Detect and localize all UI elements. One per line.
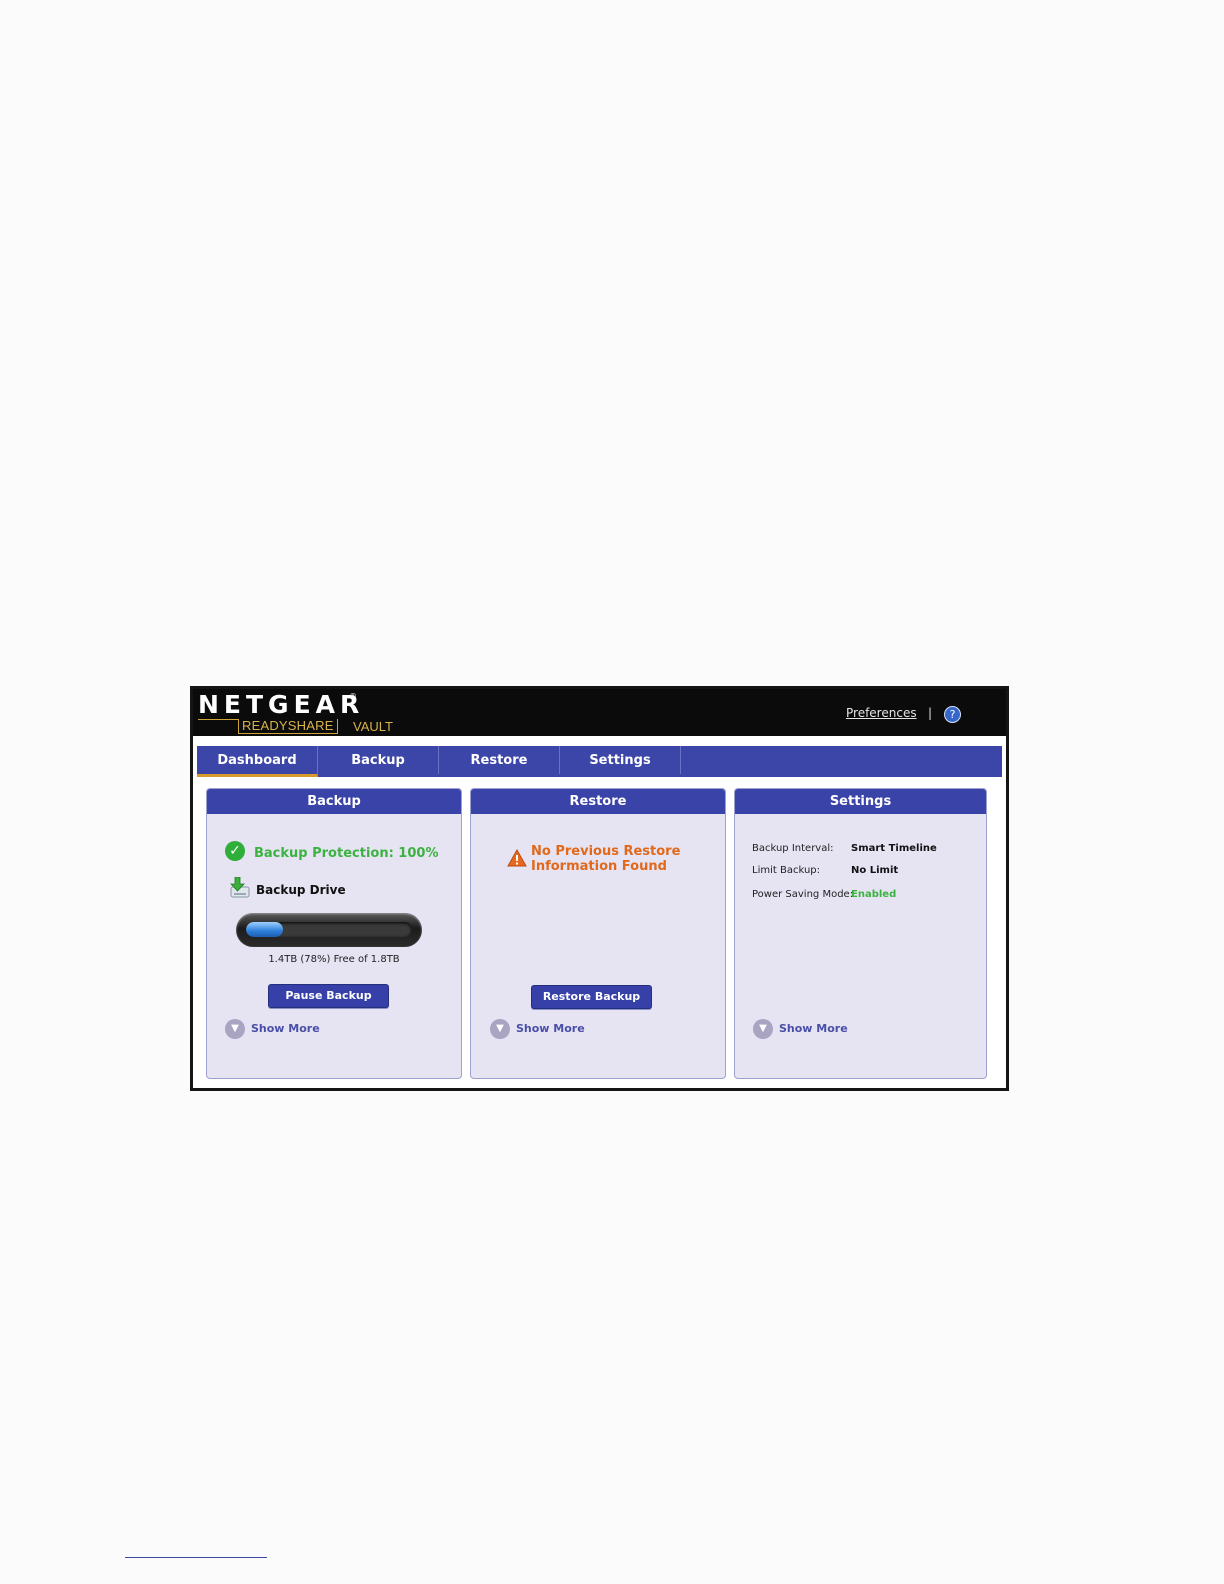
restore-panel: Restore No Previous Restore Information … bbox=[470, 788, 726, 1079]
show-more-label: Show More bbox=[779, 1022, 848, 1035]
readyshare-logo: READYSHARE bbox=[238, 719, 338, 734]
netgear-logo: NETGEAR bbox=[198, 690, 365, 719]
preferences-link[interactable]: Preferences bbox=[846, 706, 917, 720]
tab-backup[interactable]: Backup bbox=[318, 746, 439, 774]
tab-settings[interactable]: Settings bbox=[560, 746, 681, 774]
app-window: NETGEAR ® READYSHARE VAULT Preferences |… bbox=[190, 686, 1009, 1091]
pause-backup-button[interactable]: Pause Backup bbox=[268, 984, 389, 1008]
logo-underline bbox=[198, 719, 238, 720]
backup-protection-status: Backup Protection: 100% bbox=[254, 846, 439, 861]
tab-dashboard[interactable]: Dashboard bbox=[197, 746, 318, 777]
chevron-down-icon: ▼ bbox=[490, 1019, 510, 1039]
backup-interval-value: Smart Timeline bbox=[851, 843, 937, 854]
storage-gauge bbox=[236, 913, 422, 947]
storage-gauge-fill bbox=[246, 922, 283, 937]
tab-restore[interactable]: Restore bbox=[439, 746, 560, 774]
restore-panel-title: Restore bbox=[471, 789, 725, 814]
header-separator: | bbox=[928, 706, 933, 720]
restore-backup-button[interactable]: Restore Backup bbox=[531, 985, 652, 1009]
settings-panel: Settings Backup Interval: Smart Timeline… bbox=[734, 788, 987, 1079]
header-gap bbox=[193, 736, 1006, 746]
backup-panel-title: Backup bbox=[207, 789, 461, 814]
warning-icon bbox=[507, 849, 527, 867]
restore-warning-line2: Information Found bbox=[531, 859, 667, 874]
limit-backup-label: Limit Backup: bbox=[752, 865, 820, 876]
checkmark-icon: ✓ bbox=[225, 841, 245, 861]
show-more-label: Show More bbox=[516, 1022, 585, 1035]
backup-panel: Backup ✓ Backup Protection: 100% Backup … bbox=[206, 788, 462, 1079]
storage-gauge-track bbox=[246, 922, 412, 937]
backup-drive-label: Backup Drive bbox=[256, 883, 346, 897]
help-icon[interactable]: ? bbox=[944, 706, 961, 723]
restore-warning-line1: No Previous Restore bbox=[531, 844, 681, 859]
power-saving-value: Enabled bbox=[851, 889, 897, 900]
restore-warning-message: No Previous Restore Information Found bbox=[531, 844, 680, 874]
registered-mark: ® bbox=[349, 692, 357, 701]
backup-drive-icon bbox=[230, 877, 250, 898]
footnote-rule bbox=[125, 1557, 267, 1558]
chevron-down-icon: ▼ bbox=[753, 1019, 773, 1039]
settings-panel-title: Settings bbox=[735, 789, 986, 814]
tab-bar: Dashboard Backup Restore Settings bbox=[197, 746, 1002, 777]
vault-logo-text: VAULT bbox=[353, 719, 393, 734]
power-saving-label: Power Saving Mode: bbox=[752, 889, 854, 900]
limit-backup-value: No Limit bbox=[851, 865, 899, 876]
backup-interval-label: Backup Interval: bbox=[752, 843, 834, 854]
storage-free-text: 1.4TB (78%) Free of 1.8TB bbox=[268, 954, 400, 965]
chevron-down-icon: ▼ bbox=[225, 1019, 245, 1039]
show-more-label: Show More bbox=[251, 1022, 320, 1035]
header-bar: NETGEAR ® READYSHARE VAULT Preferences |… bbox=[193, 689, 1006, 736]
